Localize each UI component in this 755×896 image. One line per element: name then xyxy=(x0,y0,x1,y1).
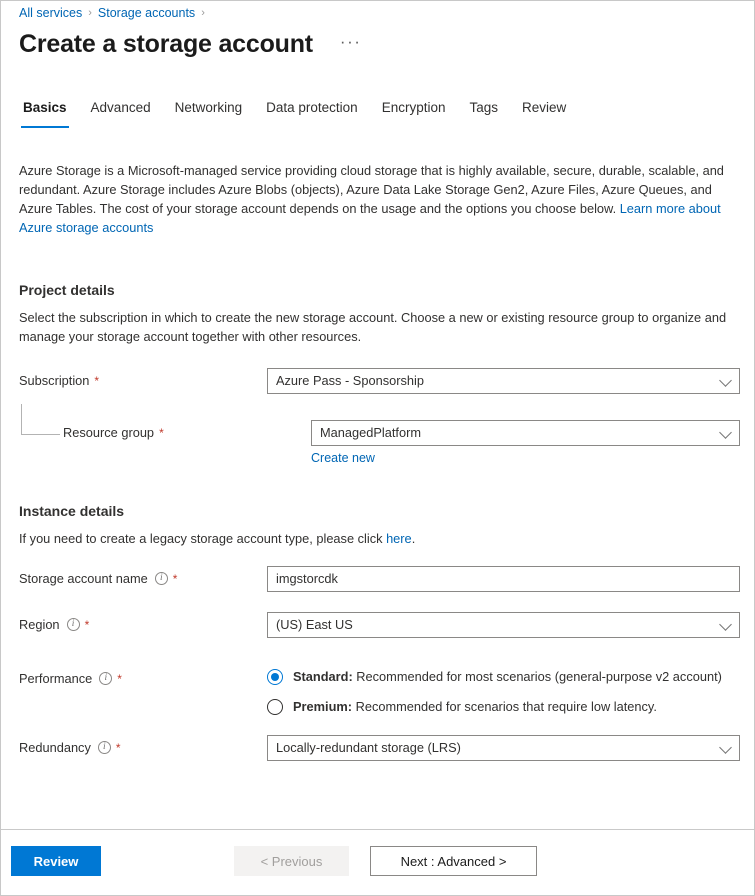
project-details-form: Subscription * Azure Pass - Sponsorship … xyxy=(19,368,740,467)
resource-group-label: Resource group xyxy=(63,425,154,440)
chevron-down-icon xyxy=(719,741,732,754)
breadcrumb: All services › Storage accounts › xyxy=(19,6,205,20)
region-value: (US) East US xyxy=(276,617,353,632)
chevron-down-icon xyxy=(719,618,732,631)
redundancy-required-asterisk: * xyxy=(116,742,121,754)
subscription-required-asterisk: * xyxy=(94,375,99,387)
performance-option-premium-label: Premium: Recommended for scenarios that … xyxy=(293,698,657,715)
performance-label-cell: Performance i * xyxy=(19,666,267,692)
region-label: Region xyxy=(19,617,60,632)
info-icon[interactable]: i xyxy=(98,741,111,754)
region-required-asterisk: * xyxy=(85,619,90,631)
resource-group-label-cell: Resource group * xyxy=(19,420,311,446)
title-row: Create a storage account ··· xyxy=(19,28,364,60)
tab-encryption[interactable]: Encryption xyxy=(370,96,458,128)
redundancy-label: Redundancy xyxy=(19,740,91,755)
resource-group-value: ManagedPlatform xyxy=(320,425,421,440)
redundancy-value: Locally-redundant storage (LRS) xyxy=(276,740,461,755)
resource-group-field-cell: ManagedPlatform Create new xyxy=(311,420,740,467)
performance-field-cell: Standard: Recommended for most scenarios… xyxy=(267,666,740,715)
create-storage-account-page: All services › Storage accounts › Create… xyxy=(0,0,755,896)
info-icon[interactable]: i xyxy=(99,672,112,685)
subscription-label: Subscription xyxy=(19,373,89,388)
performance-option-standard[interactable]: Standard: Recommended for most scenarios… xyxy=(267,668,740,685)
redundancy-label-cell: Redundancy i * xyxy=(19,735,267,761)
page-title: Create a storage account xyxy=(19,28,313,60)
subscription-label-cell: Subscription * xyxy=(19,368,267,394)
tab-basics[interactable]: Basics xyxy=(11,96,79,128)
create-new-resource-group-link[interactable]: Create new xyxy=(311,451,375,465)
radio-unselected-icon xyxy=(267,699,283,715)
redundancy-dropdown[interactable]: Locally-redundant storage (LRS) xyxy=(267,735,740,761)
resource-group-required-asterisk: * xyxy=(159,427,164,439)
subscription-value: Azure Pass - Sponsorship xyxy=(276,373,424,388)
performance-required-asterisk: * xyxy=(117,673,122,685)
project-details-heading: Project details xyxy=(19,282,740,298)
previous-button: < Previous xyxy=(234,846,349,876)
breadcrumb-item-storage-accounts[interactable]: Storage accounts xyxy=(98,6,195,20)
tree-connector-line xyxy=(21,404,60,435)
tab-review[interactable]: Review xyxy=(510,96,578,128)
legacy-note-text: If you need to create a legacy storage a… xyxy=(19,531,386,546)
performance-option-premium-description: Recommended for scenarios that require l… xyxy=(352,699,657,714)
storage-account-name-input[interactable]: imgstorcdk xyxy=(267,566,740,592)
performance-option-standard-description: Recommended for most scenarios (general-… xyxy=(353,669,722,684)
next-advanced-button[interactable]: Next : Advanced > xyxy=(370,846,537,876)
storage-account-name-value: imgstorcdk xyxy=(276,571,338,586)
instance-details-form: Storage account name i * imgstorcdk Regi… xyxy=(19,566,740,763)
performance-radio-group: Standard: Recommended for most scenarios… xyxy=(267,666,740,715)
info-icon[interactable]: i xyxy=(67,618,80,631)
storage-account-name-row: Storage account name i * imgstorcdk xyxy=(19,566,740,594)
storage-account-name-label: Storage account name xyxy=(19,571,148,586)
subscription-dropdown[interactable]: Azure Pass - Sponsorship xyxy=(267,368,740,394)
region-row: Region i * (US) East US xyxy=(19,612,740,640)
tab-tags[interactable]: Tags xyxy=(457,96,510,128)
review-button[interactable]: Review xyxy=(11,846,101,876)
breadcrumb-separator-icon: › xyxy=(88,7,92,19)
footer-bar: Review < Previous Next : Advanced > xyxy=(1,829,754,895)
storage-account-name-required-asterisk: * xyxy=(173,573,178,585)
resource-group-row: Resource group * ManagedPlatform Create … xyxy=(19,420,740,467)
performance-option-premium[interactable]: Premium: Recommended for scenarios that … xyxy=(267,698,740,715)
redundancy-field-cell: Locally-redundant storage (LRS) xyxy=(267,735,740,761)
region-field-cell: (US) East US xyxy=(267,612,740,638)
storage-account-name-field-cell: imgstorcdk xyxy=(267,566,740,592)
project-details-description: Select the subscription in which to crea… xyxy=(19,308,740,346)
redundancy-row: Redundancy i * Locally-redundant storage… xyxy=(19,735,740,763)
resource-group-dropdown[interactable]: ManagedPlatform xyxy=(311,420,740,446)
breadcrumb-item-all-services[interactable]: All services xyxy=(19,6,82,20)
info-icon[interactable]: i xyxy=(155,572,168,585)
performance-option-standard-label: Standard: Recommended for most scenarios… xyxy=(293,668,722,685)
chevron-down-icon xyxy=(719,374,732,387)
performance-row: Performance i * Standard: Recommended fo… xyxy=(19,666,740,715)
tab-networking[interactable]: Networking xyxy=(163,96,255,128)
legacy-account-here-link[interactable]: here xyxy=(386,531,412,546)
more-options-icon[interactable]: ··· xyxy=(337,30,364,58)
instance-details-description: If you need to create a legacy storage a… xyxy=(19,529,740,548)
performance-option-standard-title: Standard: xyxy=(293,669,353,684)
tab-bar: Basics Advanced Networking Data protecti… xyxy=(11,96,578,128)
region-label-cell: Region i * xyxy=(19,612,267,638)
tab-advanced[interactable]: Advanced xyxy=(79,96,163,128)
instance-details-heading: Instance details xyxy=(19,503,740,519)
main-content: Azure Storage is a Microsoft-managed ser… xyxy=(19,148,740,773)
storage-account-name-label-cell: Storage account name i * xyxy=(19,566,267,592)
subscription-row: Subscription * Azure Pass - Sponsorship xyxy=(19,368,740,396)
chevron-down-icon xyxy=(719,426,732,439)
region-dropdown[interactable]: (US) East US xyxy=(267,612,740,638)
intro-text: Azure Storage is a Microsoft-managed ser… xyxy=(19,163,724,216)
breadcrumb-trailing-separator-icon: › xyxy=(201,7,205,19)
legacy-note-period: . xyxy=(412,531,416,546)
radio-selected-icon xyxy=(267,669,283,685)
performance-option-premium-title: Premium: xyxy=(293,699,352,714)
performance-label: Performance xyxy=(19,671,92,686)
subscription-field-cell: Azure Pass - Sponsorship xyxy=(267,368,740,394)
tab-data-protection[interactable]: Data protection xyxy=(254,96,370,128)
intro-paragraph: Azure Storage is a Microsoft-managed ser… xyxy=(19,161,740,237)
